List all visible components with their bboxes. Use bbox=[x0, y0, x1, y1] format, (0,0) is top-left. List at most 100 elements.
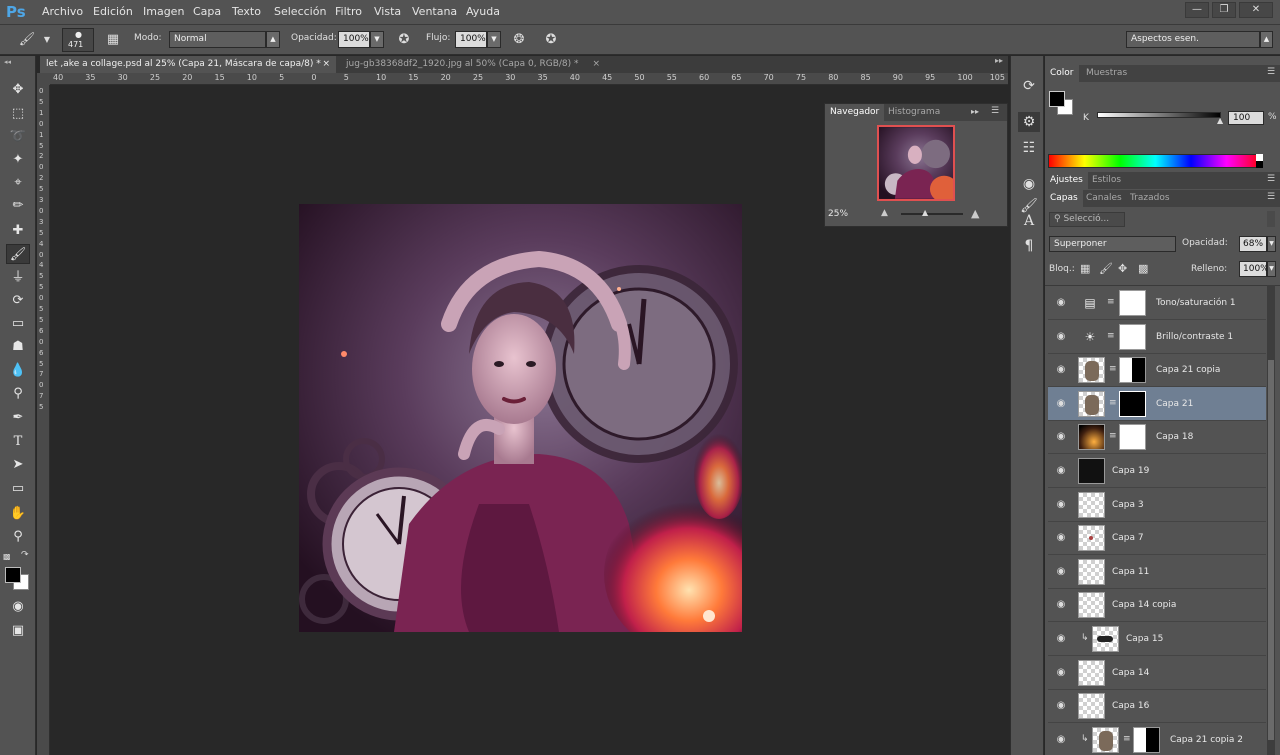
layers-scrollbar[interactable] bbox=[1267, 285, 1275, 755]
zoom-in-icon[interactable]: ▲ bbox=[971, 207, 979, 220]
healing-brush-tool-icon[interactable]: ✚ bbox=[6, 221, 30, 241]
rectangle-tool-icon[interactable]: ▭ bbox=[6, 479, 30, 499]
layer-thumbnail[interactable] bbox=[1092, 626, 1119, 652]
link-chain-icon[interactable]: ≡ bbox=[1107, 331, 1115, 341]
layer-row[interactable]: ◉ ≡ Capa 21 copia bbox=[1048, 353, 1266, 388]
blend-mode-select[interactable]: Superponer bbox=[1049, 236, 1176, 252]
menu-edicion[interactable]: Edición bbox=[93, 5, 133, 18]
panel-menu-icon[interactable]: ☰ bbox=[1267, 192, 1275, 202]
layer-thumbnail[interactable] bbox=[1078, 491, 1105, 518]
visibility-eye-icon[interactable]: ◉ bbox=[1054, 464, 1068, 478]
visibility-eye-icon[interactable]: ◉ bbox=[1054, 296, 1068, 310]
marquee-tool-icon[interactable]: ⬚ bbox=[6, 104, 30, 124]
tab-ajustes[interactable]: Ajustes bbox=[1045, 172, 1088, 189]
layer-mask-thumbnail[interactable] bbox=[1119, 290, 1146, 316]
visibility-eye-icon[interactable]: ◉ bbox=[1054, 531, 1068, 545]
character-panel-icon[interactable]: A bbox=[1018, 211, 1040, 231]
spectrum-black-swatch[interactable] bbox=[1256, 161, 1263, 168]
opacity-input[interactable]: 100% bbox=[338, 31, 370, 48]
mode-dropdown-icon[interactable]: ▲ bbox=[266, 31, 280, 48]
k-slider-handle[interactable]: ▲ bbox=[1217, 116, 1223, 125]
brush-panel-toggle-icon[interactable]: ▦ bbox=[104, 31, 122, 49]
layer-row[interactable]: ◉ Capa 14 bbox=[1048, 656, 1266, 690]
visibility-eye-icon[interactable]: ◉ bbox=[1054, 598, 1068, 612]
layer-row[interactable]: ◉ Capa 16 bbox=[1048, 689, 1266, 724]
brush-size-picker[interactable]: ● 471 bbox=[62, 28, 94, 52]
layer-thumbnail[interactable] bbox=[1078, 558, 1105, 585]
layer-row[interactable]: ◉ Capa 11 bbox=[1048, 555, 1266, 589]
link-chain-icon[interactable]: ≡ bbox=[1123, 734, 1131, 744]
filter-toggle[interactable] bbox=[1267, 211, 1275, 227]
toolbar-collapse-icon[interactable]: ◂◂ bbox=[4, 58, 11, 66]
zoom-out-icon[interactable]: ▲ bbox=[881, 208, 888, 218]
tab-jpg-document[interactable]: jug-gb38368df2_1920.jpg al 50% (Capa 0, … bbox=[340, 56, 604, 73]
layer-thumbnail[interactable] bbox=[1078, 659, 1105, 686]
airbrush-icon[interactable]: ❂ bbox=[510, 31, 528, 49]
layer-mask-thumbnail[interactable] bbox=[1119, 357, 1146, 384]
panel-collapse-icon[interactable]: ▸▸ bbox=[971, 107, 979, 116]
link-chain-icon[interactable]: ≡ bbox=[1109, 431, 1117, 441]
lock-all-icon[interactable]: ▩ bbox=[1138, 262, 1148, 275]
ruler-origin[interactable] bbox=[37, 73, 50, 85]
visibility-eye-icon[interactable]: ◉ bbox=[1054, 363, 1068, 377]
menu-capa[interactable]: Capa bbox=[193, 5, 221, 18]
type-tool-icon[interactable]: T bbox=[6, 432, 30, 452]
tab-collage-document[interactable]: let ,ake a collage.psd al 25% (Capa 21, … bbox=[40, 56, 336, 73]
visibility-eye-icon[interactable]: ◉ bbox=[1054, 330, 1068, 344]
link-chain-icon[interactable]: ≡ bbox=[1107, 297, 1115, 307]
layer-filter-select[interactable]: ⚲ Selecció... bbox=[1049, 212, 1125, 227]
hand-tool-icon[interactable]: ✋ bbox=[6, 504, 30, 524]
fill-dropdown-icon[interactable]: ▼ bbox=[1267, 261, 1276, 277]
color-fg-swatch[interactable] bbox=[1049, 91, 1065, 107]
layer-opacity-input[interactable]: 68% bbox=[1239, 236, 1267, 252]
layer-row[interactable]: ◉ Capa 3 bbox=[1048, 488, 1266, 522]
eraser-tool-icon[interactable]: ▭ bbox=[6, 314, 30, 334]
foreground-color-swatch[interactable] bbox=[5, 567, 21, 583]
path-selection-tool-icon[interactable]: ➤ bbox=[6, 455, 30, 475]
lock-pixels-icon[interactable]: 🖌 bbox=[1099, 262, 1113, 275]
tab-histograma[interactable]: Histograma bbox=[883, 104, 945, 121]
link-chain-icon[interactable]: ≡ bbox=[1109, 398, 1117, 408]
workspace-select[interactable]: Aspectos esen. bbox=[1126, 31, 1260, 48]
panel-menu-icon[interactable]: ☰ bbox=[1267, 67, 1275, 77]
history-brush-tool-icon[interactable]: ⟳ bbox=[6, 291, 30, 311]
k-slider-track[interactable] bbox=[1097, 112, 1221, 118]
zoom-slider-handle[interactable]: ▲ bbox=[922, 208, 928, 217]
pressure-opacity-icon[interactable]: ✪ bbox=[395, 31, 413, 49]
zoom-slider-track[interactable] bbox=[901, 213, 963, 215]
layer-thumbnail[interactable] bbox=[1078, 525, 1105, 552]
layer-row[interactable]: ◉ ↳ ≡ Capa 21 copia 2 bbox=[1048, 723, 1266, 755]
tab-estilos[interactable]: Estilos bbox=[1087, 172, 1126, 189]
layer-thumbnail[interactable] bbox=[1078, 424, 1105, 451]
pen-tool-icon[interactable]: ✒ bbox=[6, 408, 30, 428]
k-value-input[interactable]: 100 bbox=[1228, 111, 1264, 125]
layer-mask-thumbnail[interactable] bbox=[1119, 424, 1146, 451]
close-icon[interactable]: × bbox=[322, 56, 330, 72]
layer-row[interactable]: ◉ ≡ Capa 21 bbox=[1048, 386, 1266, 421]
menu-imagen[interactable]: Imagen bbox=[143, 5, 184, 18]
clone-stamp-tool-icon[interactable]: ⏚ bbox=[6, 268, 30, 288]
tab-capas[interactable]: Capas bbox=[1045, 190, 1083, 207]
restore-button[interactable]: ❐ bbox=[1212, 2, 1236, 18]
visibility-eye-icon[interactable]: ◉ bbox=[1054, 632, 1068, 646]
tab-muestras[interactable]: Muestras bbox=[1081, 65, 1132, 82]
opacity-dropdown-icon[interactable]: ▼ bbox=[370, 31, 384, 48]
menu-seleccion[interactable]: Selección bbox=[274, 5, 326, 18]
menu-texto[interactable]: Texto bbox=[232, 5, 261, 18]
menu-archivo[interactable]: Archivo bbox=[42, 5, 83, 18]
paragraph-panel-icon[interactable]: ¶ bbox=[1018, 236, 1040, 256]
tab-canales[interactable]: Canales bbox=[1081, 190, 1127, 207]
screen-mode-icon[interactable]: ▣ bbox=[6, 621, 30, 641]
minimize-button[interactable]: — bbox=[1185, 2, 1209, 18]
fill-input[interactable]: 100% bbox=[1239, 261, 1269, 277]
menu-vista[interactable]: Vista bbox=[374, 5, 401, 18]
pressure-size-icon[interactable]: ✪ bbox=[542, 31, 560, 49]
quick-mask-icon[interactable]: ◉ bbox=[6, 597, 30, 617]
visibility-eye-icon[interactable]: ◉ bbox=[1054, 666, 1068, 680]
brush-tool-icon[interactable]: 🖌 bbox=[6, 244, 30, 264]
layer-row[interactable]: ◉ Capa 7 bbox=[1048, 521, 1266, 556]
history-panel-icon[interactable]: ⟳ bbox=[1018, 76, 1040, 96]
swap-colors-icon[interactable]: ↷ bbox=[21, 550, 29, 560]
layer-thumbnail[interactable] bbox=[1078, 390, 1105, 417]
layer-row[interactable]: ◉ ▤ ≡ Tono/saturación 1 bbox=[1048, 286, 1266, 320]
